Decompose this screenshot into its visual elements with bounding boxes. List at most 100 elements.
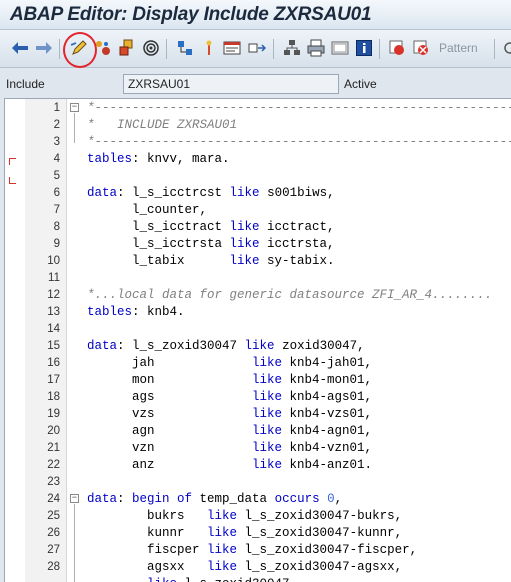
code-token: knb4-vzs01, <box>282 407 373 421</box>
code-token: : l_s_icctrcst <box>117 186 230 200</box>
code-token: tables <box>87 305 133 319</box>
code-line[interactable]: like l_s_zoxid30047- <box>87 576 297 582</box>
code-token: jah <box>87 356 253 370</box>
code-line[interactable]: vzs like knb4-vzs01, <box>87 406 372 423</box>
line-number: 19 <box>47 408 60 420</box>
line-number: 13 <box>47 306 60 318</box>
code-area[interactable]: *---------------------------------------… <box>83 99 511 582</box>
test-icon[interactable] <box>141 38 161 58</box>
code-line[interactable]: tables: knb4. <box>87 304 185 321</box>
display-change-icon[interactable] <box>69 38 89 58</box>
code-token: like <box>229 220 260 234</box>
code-token: l_s_icctract <box>87 220 230 234</box>
code-line[interactable]: l_s_icctract like icctract, <box>87 219 335 236</box>
code-token: like <box>252 424 283 438</box>
enhance-icon[interactable] <box>199 38 219 58</box>
code-editor[interactable]: 1 2 3 4 5 6 7 8 9 10 11 12 13 14 15 16 17 18 19 20 21 22 23 24 2… <box>4 98 511 582</box>
line-number: 2 <box>53 119 60 131</box>
code-line[interactable]: l_s_icctrsta like icctrsta, <box>87 236 335 253</box>
where-used-icon[interactable] <box>175 38 195 58</box>
code-line[interactable]: vzn like knb4-vzn01, <box>87 440 372 457</box>
code-token: like <box>229 237 260 251</box>
code-line[interactable]: data: begin of temp_data occurs 0, <box>87 491 342 508</box>
code-line[interactable]: data: l_s_zoxid30047 like zoxid30047, <box>87 338 365 355</box>
code-line[interactable]: mon like knb4-mon01, <box>87 372 372 389</box>
back-arrow-icon[interactable] <box>10 38 30 58</box>
code-token: s001biws, <box>259 186 335 200</box>
code-line[interactable]: * INCLUDE ZXRSAU01 <box>87 117 237 134</box>
code-token: like <box>207 543 238 557</box>
pattern-button[interactable]: Pattern <box>433 38 484 58</box>
collapse-icon[interactable]: − <box>70 103 79 112</box>
code-token: tables <box>87 152 133 166</box>
line-number: 6 <box>53 187 60 199</box>
navigate-icon[interactable] <box>222 38 242 58</box>
toolbar-separator <box>166 39 167 59</box>
code-line[interactable]: agn like knb4-agn01, <box>87 423 372 440</box>
line-number: 9 <box>53 238 60 250</box>
activate-icon[interactable] <box>117 38 137 58</box>
toolbar-separator <box>379 39 380 59</box>
code-token: data <box>87 186 118 200</box>
info-icon[interactable] <box>354 38 374 58</box>
pretty-icon[interactable] <box>247 38 267 58</box>
breakpoint-delete-icon[interactable] <box>411 38 431 58</box>
code-token: l_s_zoxid30047-fiscper, <box>237 543 418 557</box>
check-icon[interactable] <box>93 38 113 58</box>
code-line[interactable]: *...local data for generic datasource ZF… <box>87 287 492 304</box>
code-line[interactable]: l_tabix like sy-tabix. <box>87 253 335 270</box>
line-number: 14 <box>47 323 60 335</box>
breakpoint-icon[interactable] <box>387 38 407 58</box>
code-token: l_s_zoxid30047-kunnr, <box>237 526 403 540</box>
line-numbers: 1 2 3 4 5 6 7 8 9 10 11 12 13 14 15 16 17 18 19 20 21 22 23 24 2… <box>25 99 67 582</box>
code-line[interactable]: bukrs like l_s_zoxid30047-bukrs, <box>87 508 402 525</box>
code-token: like <box>207 526 238 540</box>
code-line[interactable]: agsxx like l_s_zoxid30047-agsxx, <box>87 559 402 576</box>
code-token: : knvv, mara. <box>132 152 230 166</box>
line-number: 20 <box>47 425 60 437</box>
line-number: 11 <box>48 272 60 284</box>
block-start-marker <box>9 158 16 165</box>
code-token: knb4-agn01, <box>282 424 373 438</box>
code-token: ags <box>87 390 253 404</box>
code-token: l_s_zoxid30047-agsxx, <box>237 560 403 574</box>
code-line[interactable]: l_counter, <box>87 202 207 219</box>
code-line[interactable]: ags like knb4-ags01, <box>87 389 372 406</box>
block-end-marker <box>9 177 16 184</box>
code-token: knb4-mon01, <box>282 373 373 387</box>
more-options-icon[interactable] <box>500 38 511 58</box>
frame-icon[interactable] <box>330 38 350 58</box>
collapse-icon[interactable]: − <box>70 494 79 503</box>
code-token: like <box>252 356 283 370</box>
code-line[interactable]: kunnr like l_s_zoxid30047-kunnr, <box>87 525 402 542</box>
code-line[interactable]: *---------------------------------------… <box>87 100 511 117</box>
line-number: 18 <box>47 391 60 403</box>
code-line[interactable]: fiscper like l_s_zoxid30047-fiscper, <box>87 542 417 559</box>
include-name-field[interactable]: ZXRSAU01 <box>123 74 339 94</box>
include-bar: Include ZXRSAU01 Active <box>0 72 511 96</box>
code-token: agsxx <box>87 560 208 574</box>
forward-arrow-icon[interactable] <box>34 38 54 58</box>
hierarchy-icon[interactable] <box>282 38 302 58</box>
code-token: begin of <box>132 492 193 506</box>
code-token: : l_s_zoxid30047 <box>117 339 245 353</box>
code-token: *---------------------------------------… <box>87 101 511 115</box>
code-token: like <box>252 390 283 404</box>
code-line[interactable]: data: l_s_icctrcst like s001biws, <box>87 185 335 202</box>
code-token: *---------------------------------------… <box>87 135 511 149</box>
code-line[interactable]: tables: knvv, mara. <box>87 151 230 168</box>
line-number: 1 <box>53 102 60 114</box>
code-token: l_s_icctrsta <box>87 237 230 251</box>
fold-guide <box>74 113 75 143</box>
code-token: data <box>87 492 118 506</box>
code-line[interactable]: anz like knb4-anz01. <box>87 457 372 474</box>
code-line[interactable]: jah like knb4-jah01, <box>87 355 372 372</box>
code-token: like <box>229 186 260 200</box>
print-icon[interactable] <box>306 38 326 58</box>
gutter-marks <box>5 99 25 582</box>
line-number: 3 <box>53 136 60 148</box>
code-line[interactable]: *---------------------------------------… <box>87 134 511 151</box>
code-token: icctrsta, <box>259 237 335 251</box>
